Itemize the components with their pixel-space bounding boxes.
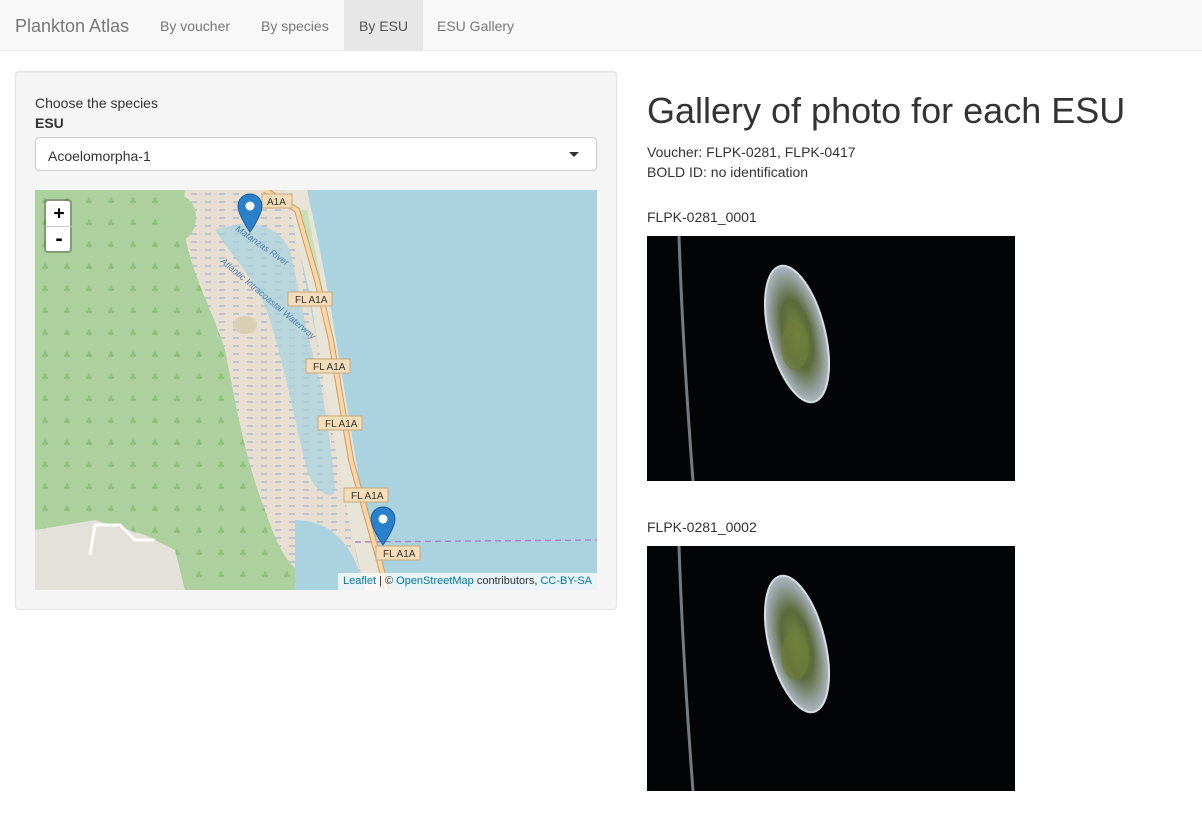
road-label: FL A1A [383, 549, 416, 560]
road-label: FL A1A [295, 295, 328, 306]
bold-id-text: BOLD ID: no identification [647, 164, 809, 180]
photo-label: FLPK-0281_0001 [647, 209, 757, 225]
sidebar-panel: Choose the species ESU Acoelomorpha-1 ♣ [15, 71, 617, 610]
road-label: FL A1A [325, 419, 358, 430]
attribution-contributors: contributors, [473, 575, 541, 587]
road-label: FL A1A [313, 362, 346, 373]
esu-select[interactable]: Acoelomorpha-1 [35, 137, 597, 171]
navbar: Plankton Atlas By voucher By species By … [0, 0, 1202, 51]
voucher-text: Voucher: FLPK-0281, FLPK-0417 [647, 144, 856, 160]
road-label: A1A [267, 197, 286, 208]
esu-select-value: Acoelomorpha-1 [48, 148, 151, 164]
zoom-control: + - [44, 199, 72, 253]
tab-esu-gallery[interactable]: ESU Gallery [422, 0, 529, 51]
specimen-photo [647, 546, 1015, 791]
map-tiles: ♣ [35, 190, 597, 590]
tab-by-voucher[interactable]: By voucher [145, 0, 245, 51]
tab-by-species[interactable]: By species [246, 0, 344, 51]
license-link[interactable]: CC-BY-SA [540, 575, 592, 587]
caret-down-icon[interactable] [569, 152, 579, 157]
zoom-out-button[interactable]: - [46, 227, 72, 253]
road-label: FL A1A [351, 491, 384, 502]
specimen-photo [647, 236, 1015, 481]
map-attribution: Leaflet | © OpenStreetMap contributors, … [337, 573, 597, 590]
app-brand[interactable]: Plankton Atlas [15, 0, 129, 51]
attribution-separator: | © [376, 575, 397, 587]
esu-select-label: ESU [35, 115, 64, 131]
openstreetmap-link[interactable]: OpenStreetMap [396, 575, 474, 587]
map-marker-icon[interactable] [369, 506, 397, 546]
map-marker-icon[interactable] [236, 193, 264, 233]
photo-label: FLPK-0281_0002 [647, 519, 757, 535]
tab-by-esu[interactable]: By ESU [344, 0, 424, 51]
page-title: Gallery of photo for each ESU [647, 90, 1126, 131]
choose-species-label: Choose the species [35, 95, 158, 111]
map-view[interactable]: ♣ [35, 190, 597, 590]
zoom-in-button[interactable]: + [46, 201, 72, 227]
leaflet-link[interactable]: Leaflet [343, 575, 376, 587]
